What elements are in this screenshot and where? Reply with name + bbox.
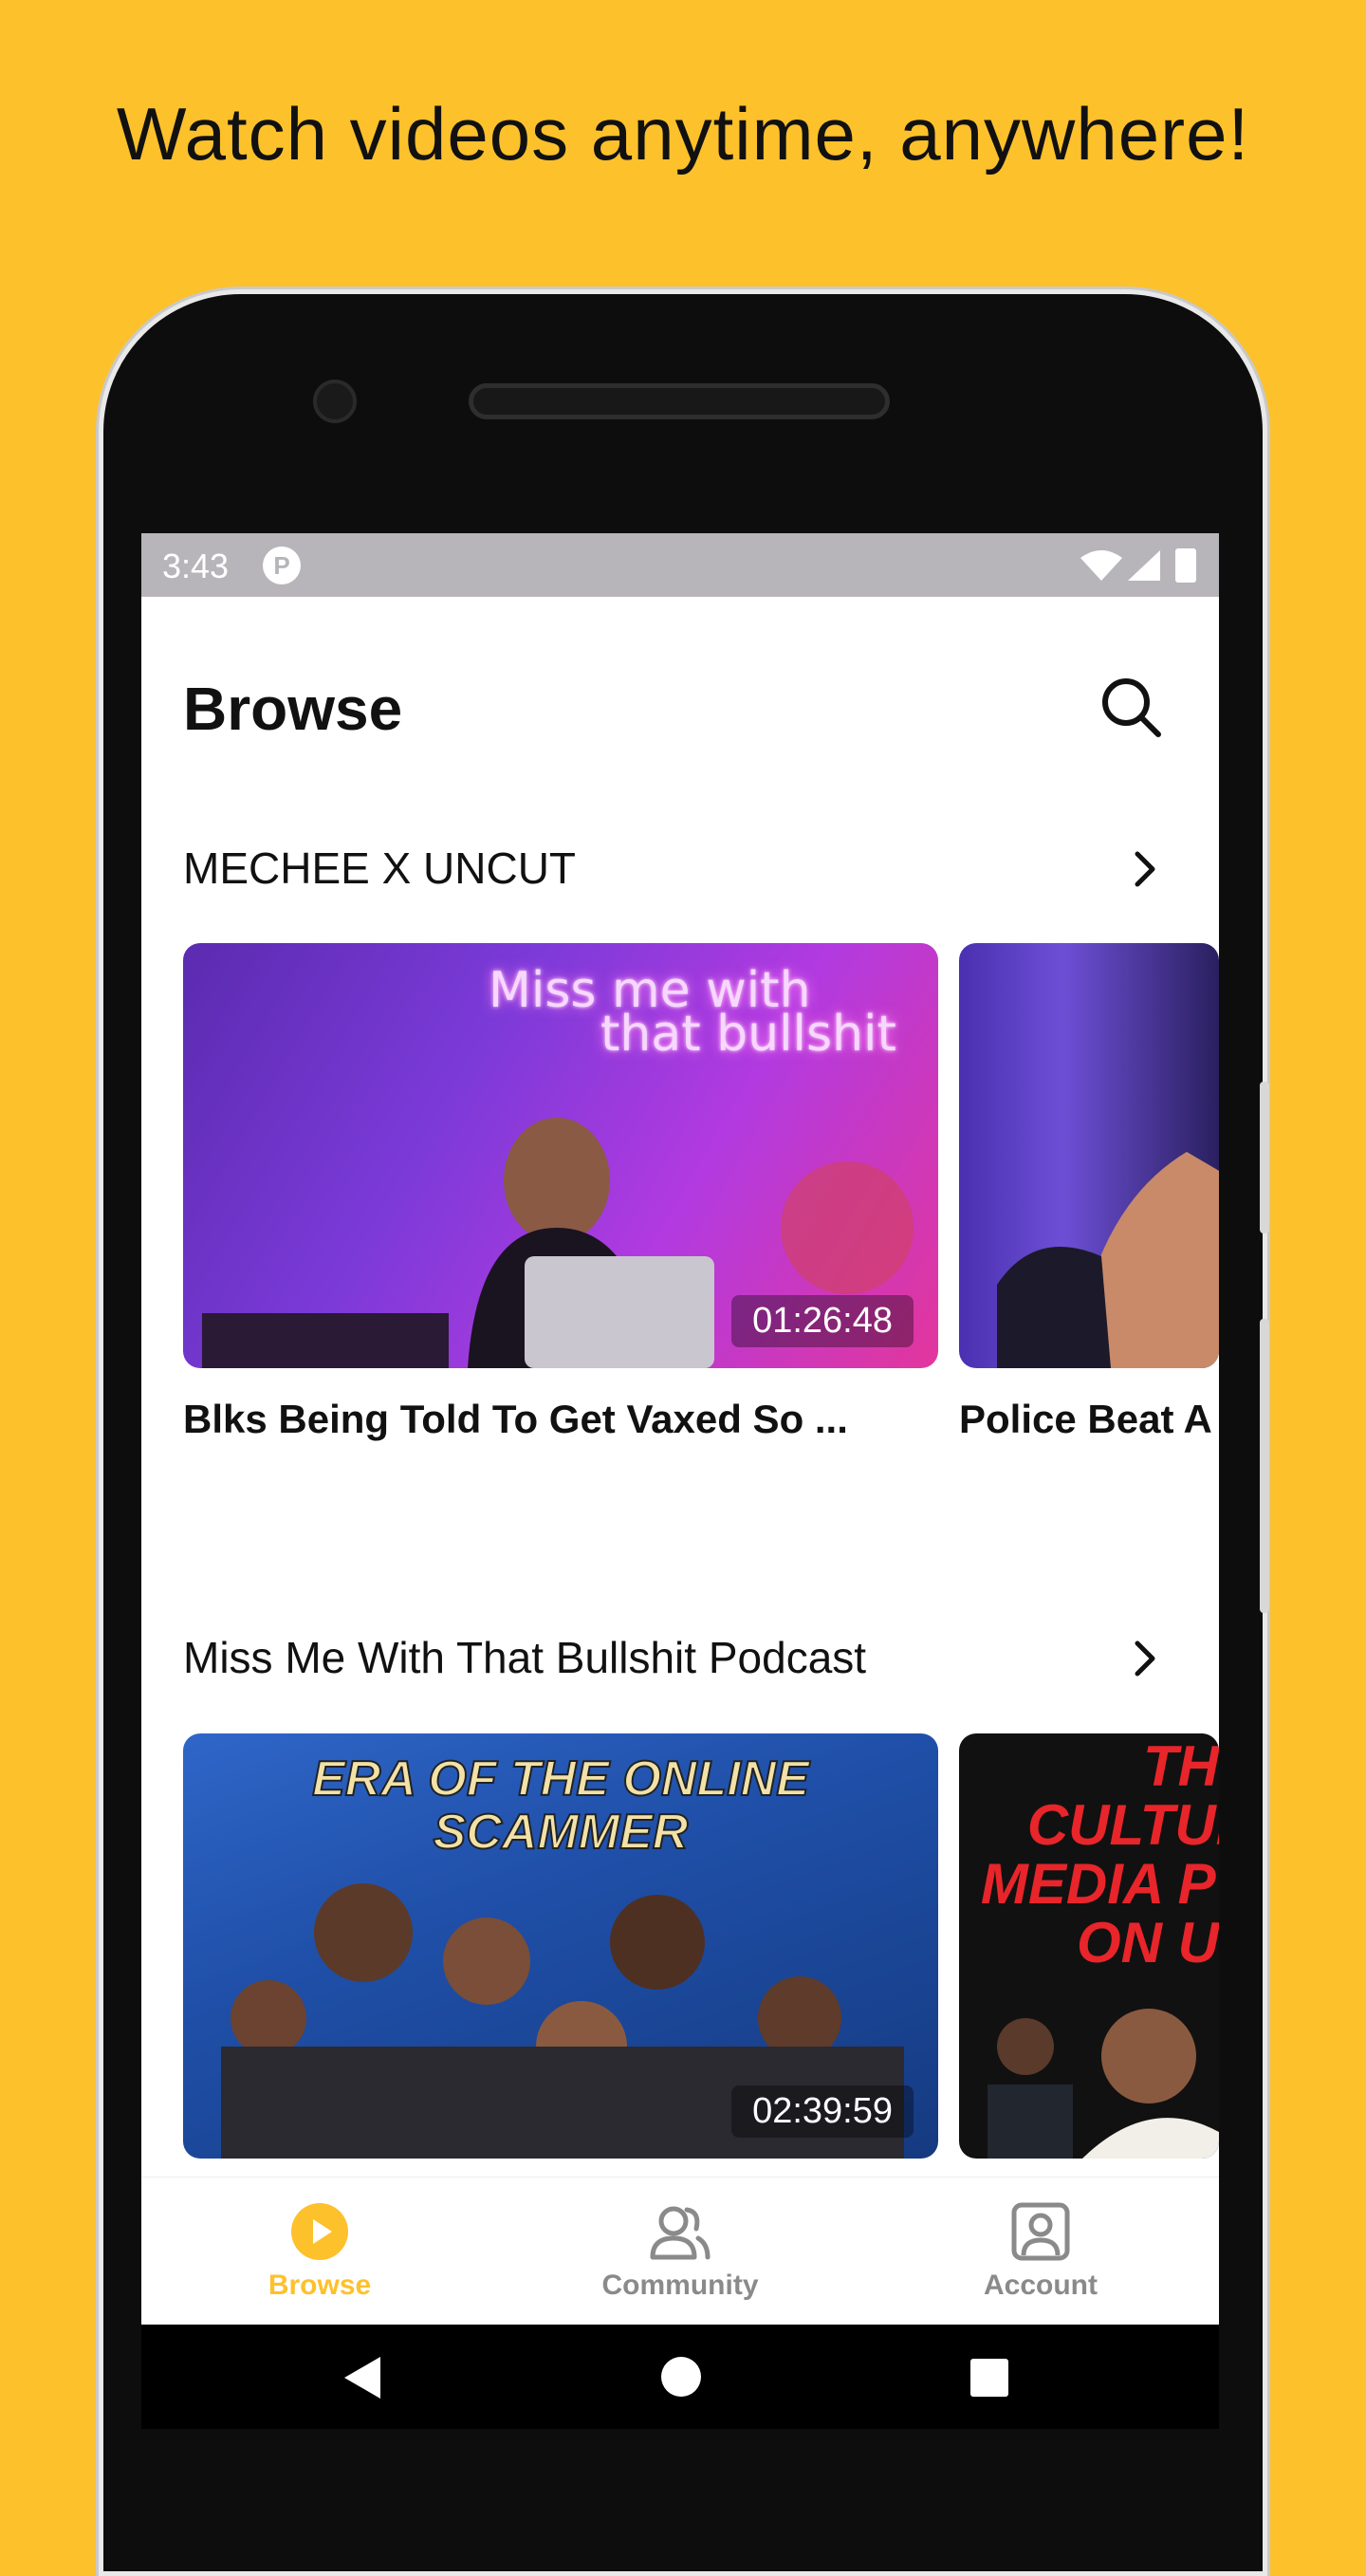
- status-time: 3:43: [162, 547, 230, 585]
- bottom-navigation: Browse Community Account: [141, 2177, 1219, 2326]
- system-navigation-bar: [141, 2325, 1219, 2429]
- video-thumbnail[interactable]: THE CULTUR MEDIA PU ON US: [959, 1733, 1219, 2159]
- account-icon: [1011, 2202, 1070, 2261]
- thumbnail-headline-line: ERA OF THE ONLINE: [311, 1751, 810, 1807]
- people-icon: [650, 2206, 711, 2260]
- phone-volume-button: [1260, 1319, 1269, 1613]
- thumbnail-headline: ERA OF THE ONLINE SCAMMER: [183, 1751, 938, 1860]
- nav-item-browse[interactable]: Browse: [177, 2202, 462, 2302]
- signal-icon: [1128, 550, 1160, 581]
- status-bar: 3:43 P: [141, 533, 1219, 597]
- chevron-right-icon[interactable]: [1124, 1638, 1166, 1679]
- chevron-right-icon[interactable]: [1124, 848, 1166, 890]
- search-icon[interactable]: [1099, 676, 1162, 738]
- nav-label: Community: [601, 2270, 759, 2301]
- back-icon[interactable]: [341, 2355, 382, 2400]
- wifi-icon: [1080, 550, 1122, 581]
- battery-icon: [1175, 548, 1196, 583]
- section-title-mechee-x-uncut[interactable]: MECHEE X UNCUT: [183, 843, 576, 894]
- video-thumbnail[interactable]: ERA OF THE ONLINE SCAMMER 02:39:59: [183, 1733, 938, 2159]
- video-duration: 01:26:48: [731, 1295, 914, 1347]
- video-thumbnail[interactable]: Miss me with that bullshit 01:26:48: [183, 943, 938, 1368]
- section-title-podcast[interactable]: Miss Me With That Bullshit Podcast: [183, 1632, 866, 1683]
- thumbnail-scene: [988, 2009, 1219, 2159]
- nav-label: Browse: [268, 2270, 372, 2301]
- home-icon[interactable]: [659, 2355, 703, 2399]
- phone-side-button: [1260, 1082, 1269, 1233]
- play-circle-icon: [291, 2203, 348, 2260]
- app-screen: 3:43 P Browse MECHEE X UNCUT Miss me wit…: [141, 533, 1219, 2429]
- page-title: Browse: [183, 675, 403, 743]
- promo-headline: Watch videos anytime, anywhere!: [116, 92, 1250, 176]
- earpiece-speaker: [469, 383, 890, 419]
- video-title[interactable]: Blks Being Told To Get Vaxed So ...: [183, 1397, 848, 1442]
- nav-item-community[interactable]: Community: [538, 2202, 822, 2302]
- nav-label: Account: [984, 2270, 1098, 2301]
- thumbnail-scene: [997, 1152, 1219, 1368]
- notification-app-icon: P: [263, 547, 301, 584]
- recents-icon[interactable]: [969, 2357, 1010, 2399]
- video-title[interactable]: Police Beat A: [959, 1397, 1212, 1442]
- nav-item-account[interactable]: Account: [898, 2202, 1183, 2302]
- video-duration: 02:39:59: [731, 2085, 914, 2138]
- video-thumbnail[interactable]: [959, 943, 1219, 1368]
- thumbnail-headline-line: SCAMMER: [433, 1805, 690, 1860]
- front-camera: [313, 380, 357, 423]
